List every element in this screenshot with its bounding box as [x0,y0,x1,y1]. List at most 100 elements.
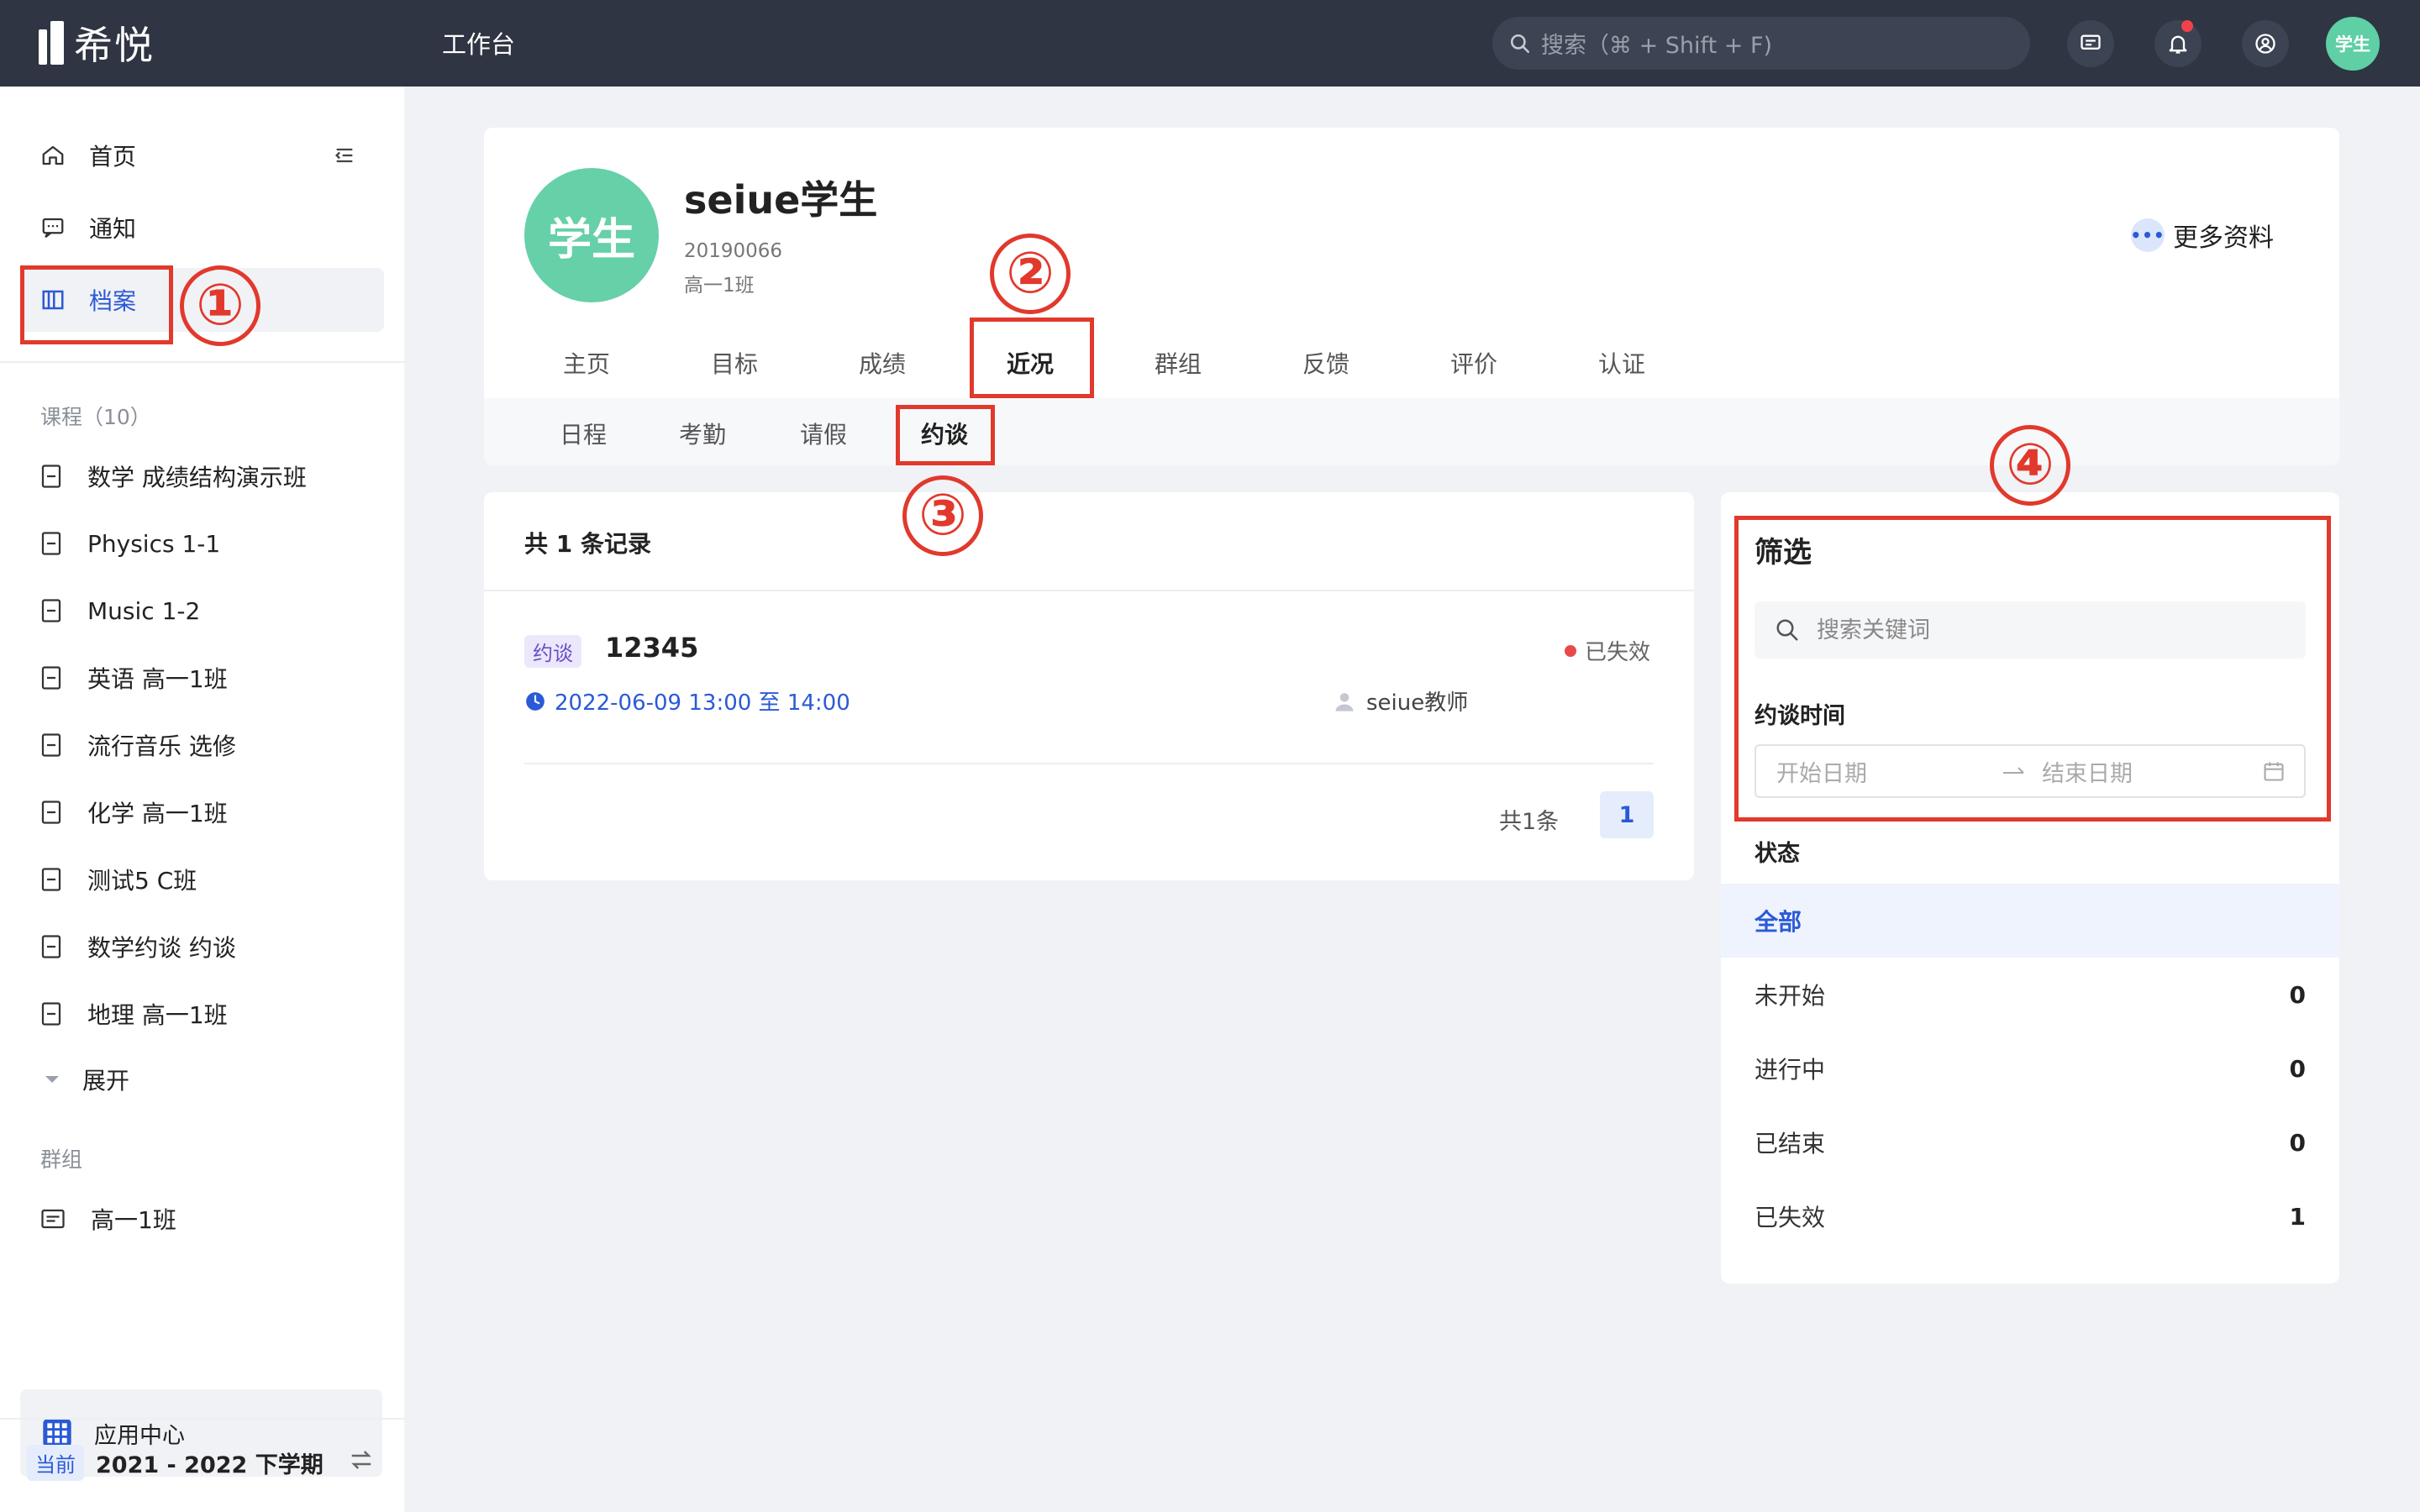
records-divider [484,590,1694,591]
tab-home[interactable]: 主页 [563,346,610,380]
logo-mark-icon [39,21,66,65]
more-info-label: 更多资料 [2173,223,2274,253]
pagination-total: 共1条 [1499,809,1560,835]
message-icon [42,218,64,239]
course-item[interactable]: Music 1-2 [40,594,200,627]
status-filter-in-progress[interactable]: 进行中 0 [1721,1032,2339,1105]
status-filter-count: 0 [2289,1128,2306,1157]
annotation-box-2 [970,318,1094,398]
course-icon [41,868,61,891]
tab-goals[interactable]: 目标 [711,346,758,380]
annotation-box-4 [1734,516,2331,822]
notification-button[interactable] [2154,20,2202,67]
course-label: 英语 高一1班 [87,665,228,693]
sidebar-item-notifications[interactable]: 通知 [20,196,384,260]
sidebar-item-label: 首页 [89,143,137,171]
tab-feedback[interactable]: 反馈 [1302,346,1349,380]
course-item[interactable]: 化学 高一1班 [40,795,228,829]
status-filter-all[interactable]: 全部 [1721,884,2339,958]
expand-courses-button[interactable]: 展开 [44,1063,129,1096]
groups-section-title: 群组 [40,1147,83,1172]
tab-groups[interactable]: 群组 [1155,346,1202,380]
bell-icon [2169,35,2187,54]
top-bar: 希悦 工作台 搜索（⌘ + Shift + F) 学生 [0,0,2420,87]
home-icon [42,145,64,165]
group-icon [41,1209,65,1229]
group-label: 高一1班 [91,1206,176,1234]
sidebar-item-home[interactable]: 首页 [20,123,384,187]
search-icon [1510,34,1530,53]
person-icon [1335,692,1354,711]
course-item[interactable]: 地理 高一1班 [40,997,228,1031]
status-filter-count: 0 [2289,1054,2306,1083]
clock-icon [526,691,544,711]
account-switch-button[interactable] [2242,20,2289,67]
course-item[interactable]: Physics 1-1 [40,527,220,560]
student-name: seiue学生 [684,177,878,223]
status-filter-label: 未开始 [1754,982,1826,1010]
course-label: 流行音乐 选修 [87,732,236,760]
course-label: 化学 高一1班 [87,800,228,827]
student-id: 20190066 [684,240,783,262]
status-dot [1565,644,1576,657]
course-icon [41,801,61,824]
tab-grades[interactable]: 成绩 [859,346,906,380]
annotation-number-1: ① [180,265,260,346]
notification-dot [2181,20,2193,32]
more-info-button[interactable]: ••• 更多资料 [2130,217,2274,254]
subtab-attendance[interactable]: 考勤 [679,417,726,450]
term-selector: 当前 2021 - 2022 下学期 [27,1445,324,1481]
user-avatar[interactable]: 学生 [2326,17,2380,71]
logo[interactable]: 希悦 [39,18,155,68]
collapse-sidebar-icon[interactable] [333,144,356,167]
course-label: 数学 成绩结构演示班 [87,464,307,491]
status-filter-label: 已结束 [1754,1130,1826,1158]
record-teacher-name: seiue教师 [1366,690,1469,716]
record-time: 2022-06-09 13:00 至 14:00 [524,685,850,717]
status-filter-ended[interactable]: 已结束 0 [1721,1105,2339,1179]
status-filter-not-started[interactable]: 未开始 0 [1721,958,2339,1032]
user-circle-icon [2255,34,2275,54]
tab-evaluation[interactable]: 评价 [1450,346,1497,380]
tab-certification[interactable]: 认证 [1598,346,1645,380]
status-label: 状态 [1754,841,1800,867]
student-avatar: 学生 [524,168,659,302]
subtab-leave[interactable]: 请假 [800,417,847,450]
records-divider [524,763,1654,764]
status-filter-expired[interactable]: 已失效 1 [1721,1179,2339,1253]
subtab-schedule[interactable]: 日程 [560,417,607,450]
record-title[interactable]: 12345 [605,632,698,664]
status-filter-count: 1 [2289,1202,2306,1231]
swap-icon[interactable] [348,1447,375,1473]
course-label: 数学约谈 约谈 [87,934,236,962]
status-filter-label: 进行中 [1754,1056,1826,1084]
chat-icon [2081,34,2101,50]
course-item[interactable]: 数学 成绩结构演示班 [40,459,307,493]
course-icon [41,599,61,622]
course-item[interactable]: 数学约谈 约谈 [40,930,236,963]
global-search-placeholder: 搜索（⌘ + Shift + F) [1541,33,1773,59]
course-label: 测试5 C班 [87,867,197,895]
course-label: 地理 高一1班 [87,1001,228,1029]
course-icon [41,532,61,555]
annotation-box-3 [896,405,995,465]
course-item[interactable]: 英语 高一1班 [40,661,228,695]
logo-text: 希悦 [74,23,155,68]
course-label: Physics 1-1 [87,529,221,558]
course-item[interactable]: 流行音乐 选修 [40,728,236,762]
annotation-box-1 [20,265,173,344]
global-search[interactable]: 搜索（⌘ + Shift + F) [1492,17,2030,70]
course-label: Music 1-2 [87,596,201,625]
status-filter-label: 全部 [1754,908,1802,936]
student-profile-card: 学生 seiue学生 20190066 高一1班 ••• 更多资料 主页 目标 … [484,128,2339,465]
course-item[interactable]: 测试5 C班 [40,863,197,896]
group-item[interactable]: 高一1班 [40,1202,176,1236]
workbench-title: 工作台 [442,30,516,59]
course-icon [41,733,61,757]
meeting-records-card: 共 1 条记录 约谈 12345 已失效 2022-06-09 13:00 至 … [484,492,1694,880]
sidebar-divider [0,361,404,363]
record-teacher: seiue教师 [1333,685,1468,717]
status-label: 已失效 [1585,640,1651,665]
chat-button[interactable] [2067,20,2114,67]
pagination-page-1[interactable]: 1 [1600,791,1654,838]
